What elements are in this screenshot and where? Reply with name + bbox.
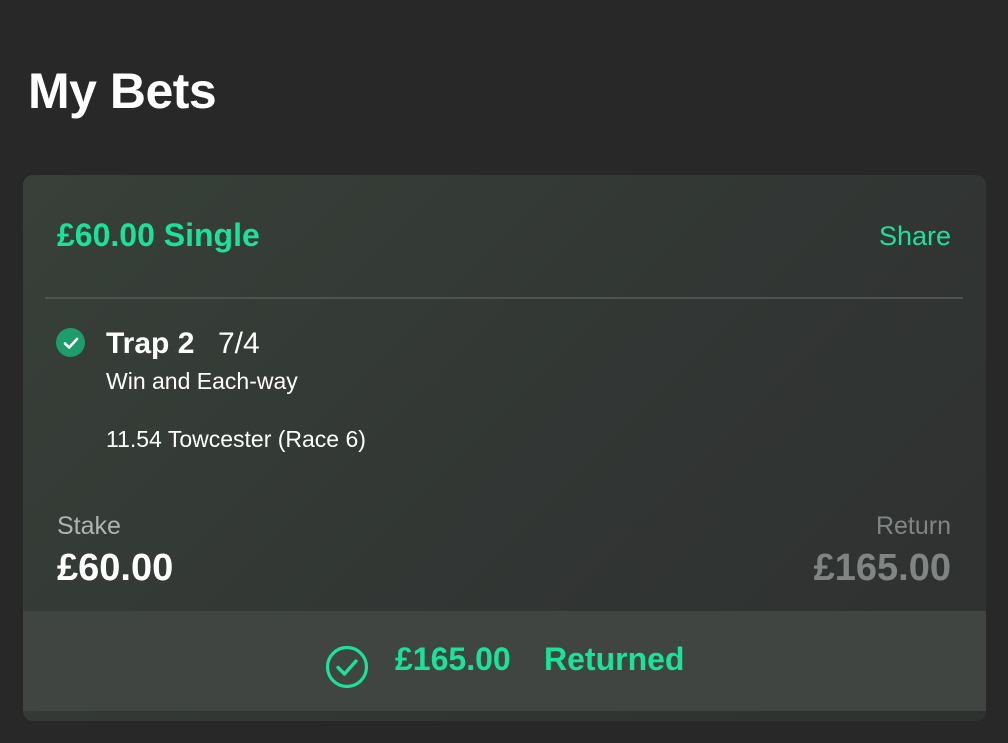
share-button[interactable]: Share [879,221,951,252]
bet-card: £60.00 Single Share Trap 2 7/4 Win and E… [23,175,986,721]
divider [45,297,963,299]
stake-value: £60.00 [57,547,174,589]
check-circle-outline-icon [325,645,369,689]
bet-title: £60.00 Single [57,217,260,253]
return-label: Return [875,512,951,540]
page-title: My Bets [28,63,217,119]
returned-amount: £165.00 [395,641,511,677]
event-name: 11.54 Towcester (Race 6) [106,426,366,452]
return-value: £165.00 [813,547,951,589]
returned-banner: £165.00 Returned [23,611,986,711]
stake-label: Stake [57,512,121,540]
selection-odds: 7/4 [218,327,260,360]
selection-name: Trap 2 [106,327,195,360]
check-circle-icon [56,328,85,357]
bet-card-header: £60.00 Single Share [23,175,986,297]
market-name: Win and Each-way [106,368,298,394]
returned-label: Returned [544,641,685,677]
